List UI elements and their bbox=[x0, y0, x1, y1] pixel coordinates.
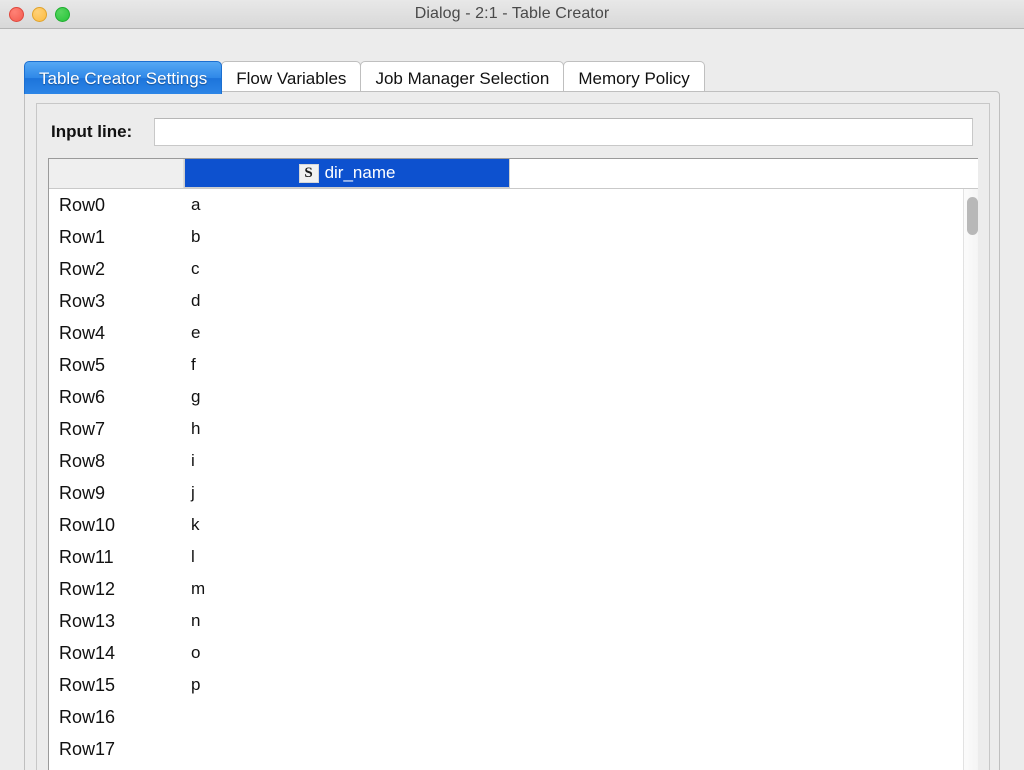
dialog-window: Dialog - 2:1 - Table Creator Table Creat… bbox=[0, 0, 1024, 770]
window-controls bbox=[9, 0, 70, 28]
table-cell-dir-name[interactable]: d bbox=[184, 291, 510, 311]
tab-flow-variables[interactable]: Flow Variables bbox=[221, 61, 362, 94]
string-type-icon: S bbox=[298, 163, 319, 183]
row-header-label: Row11 bbox=[59, 546, 114, 567]
table-row[interactable]: Row2 c bbox=[49, 253, 979, 285]
table-row[interactable]: Row9 j bbox=[49, 477, 979, 509]
panel-right-edge bbox=[978, 158, 989, 770]
row-header-label: Row3 bbox=[59, 290, 106, 311]
table-row[interactable]: Row12 m bbox=[49, 573, 979, 605]
table-cell-dir-name[interactable]: e bbox=[184, 323, 510, 343]
row-header-label: Row1 bbox=[59, 226, 106, 247]
row-header-label: Row16 bbox=[59, 706, 116, 727]
table-row[interactable]: Row11 l bbox=[49, 541, 979, 573]
table-cell-dir-name[interactable]: o bbox=[184, 643, 510, 663]
row-header-label: Row13 bbox=[59, 610, 116, 631]
tab-table-creator-settings[interactable]: Table Creator Settings bbox=[24, 61, 223, 94]
column-header-dir-name[interactable]: S dir_name bbox=[184, 159, 510, 188]
row-header-label: Row6 bbox=[59, 386, 106, 407]
table-row[interactable]: Row17 bbox=[49, 733, 979, 765]
title-bar: Dialog - 2:1 - Table Creator bbox=[0, 0, 1024, 29]
tab-job-manager-selection[interactable]: Job Manager Selection bbox=[360, 61, 565, 94]
table-row[interactable]: Row5 f bbox=[49, 349, 979, 381]
vertical-scrollbar-thumb[interactable] bbox=[967, 197, 978, 235]
vertical-scrollbar[interactable] bbox=[963, 189, 979, 770]
input-line-row: Input line: bbox=[37, 104, 991, 160]
dialog-body: Table Creator Settings Flow Variables Jo… bbox=[0, 29, 1024, 770]
table-cell-dir-name[interactable]: h bbox=[184, 419, 510, 439]
row-header-label: Row12 bbox=[59, 578, 116, 599]
row-header-label: Row17 bbox=[59, 738, 116, 759]
table-row[interactable]: Row0 a bbox=[49, 189, 979, 221]
table-cell-dir-name[interactable]: f bbox=[184, 355, 510, 375]
maximize-button[interactable] bbox=[55, 6, 70, 22]
row-header-label: Row0 bbox=[59, 194, 106, 215]
table-cell-dir-name[interactable]: m bbox=[184, 579, 510, 599]
input-line-label: Input line: bbox=[51, 122, 133, 141]
table-row[interactable]: Row7 h bbox=[49, 413, 979, 445]
minimize-button[interactable] bbox=[32, 6, 47, 22]
table-cell-dir-name[interactable]: b bbox=[184, 227, 510, 247]
column-header-label: dir_name bbox=[324, 163, 396, 182]
table-row[interactable]: Row4 e bbox=[49, 317, 979, 349]
table-row[interactable]: Row10 k bbox=[49, 509, 979, 541]
table-cell-dir-name[interactable]: n bbox=[184, 611, 510, 631]
table-row[interactable]: Row1 b bbox=[49, 221, 979, 253]
table-row[interactable]: Row6 g bbox=[49, 381, 979, 413]
row-header-label: Row15 bbox=[59, 674, 116, 695]
row-header-label: Row4 bbox=[59, 322, 106, 343]
row-header-label: Row10 bbox=[59, 514, 116, 535]
row-header-label: Row14 bbox=[59, 642, 116, 663]
row-header-label: Row5 bbox=[59, 354, 106, 375]
table-cell-dir-name[interactable]: i bbox=[184, 451, 510, 471]
table-row[interactable]: Row14 o bbox=[49, 637, 979, 669]
table-cell-dir-name[interactable]: p bbox=[184, 675, 510, 695]
tab-memory-policy[interactable]: Memory Policy bbox=[563, 61, 705, 94]
spreadsheet-table: S dir_name Row0 a Row1 b Row2 c Row3 d Row4 e Row5… bbox=[48, 158, 980, 770]
close-button[interactable] bbox=[9, 6, 24, 22]
table-cell-dir-name[interactable]: g bbox=[184, 387, 510, 407]
window-title: Dialog - 2:1 - Table Creator bbox=[414, 5, 610, 22]
table-cell-dir-name[interactable]: a bbox=[184, 195, 510, 215]
table-header-row: S dir_name bbox=[49, 159, 979, 189]
table-corner-cell[interactable] bbox=[49, 159, 184, 188]
row-header-label: Row2 bbox=[59, 258, 106, 279]
table-row[interactable]: Row13 n bbox=[49, 605, 979, 637]
row-header-label: Row7 bbox=[59, 418, 106, 439]
table-cell-dir-name[interactable]: l bbox=[184, 547, 510, 567]
table-row[interactable]: Row3 d bbox=[49, 285, 979, 317]
settings-inner-panel: Input line: S dir_name Row0 a Row1 b Row2 c Ro… bbox=[36, 103, 990, 770]
table-cell-dir-name[interactable]: k bbox=[184, 515, 510, 535]
table-body: Row0 a Row1 b Row2 c Row3 d Row4 e Row5 f Row6 g Row7 h… bbox=[49, 189, 979, 770]
header-filler bbox=[510, 159, 979, 188]
row-header-label: Row8 bbox=[59, 450, 106, 471]
tab-panel-table-creator-settings: Input line: S dir_name Row0 a Row1 b Row2 c Ro… bbox=[24, 91, 1000, 770]
table-row[interactable]: Row16 bbox=[49, 701, 979, 733]
table-cell-dir-name[interactable]: c bbox=[184, 259, 510, 279]
input-line-field[interactable] bbox=[154, 118, 974, 146]
row-header-label: Row9 bbox=[59, 482, 106, 503]
table-cell-dir-name[interactable]: j bbox=[184, 483, 510, 503]
tab-bar: Table Creator Settings Flow Variables Jo… bbox=[24, 58, 1000, 94]
table-row[interactable]: Row8 i bbox=[49, 445, 979, 477]
table-row[interactable]: Row15 p bbox=[49, 669, 979, 701]
